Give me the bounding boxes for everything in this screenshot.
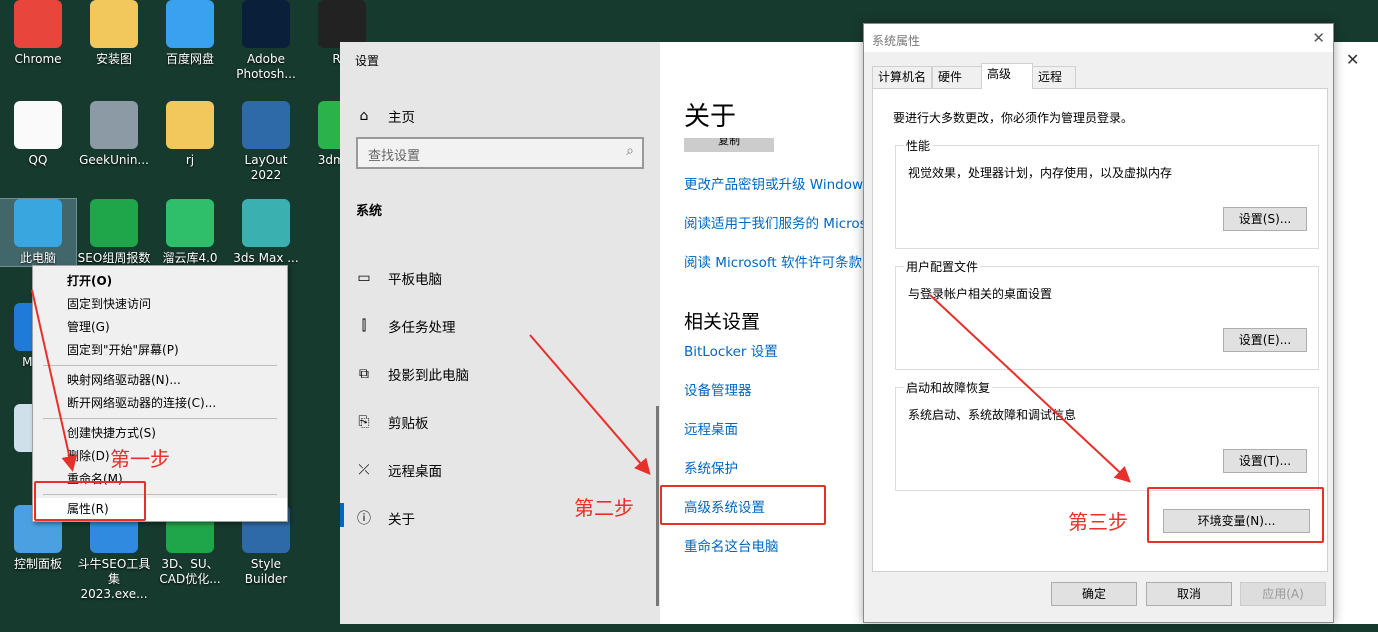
arrow-step1 [31, 289, 78, 472]
arrow-step3 [929, 294, 1131, 483]
tab-advanced[interactable]: 高级 [981, 63, 1033, 89]
annotation-arrows [31, 289, 1131, 483]
arrow-step2 [529, 334, 651, 476]
